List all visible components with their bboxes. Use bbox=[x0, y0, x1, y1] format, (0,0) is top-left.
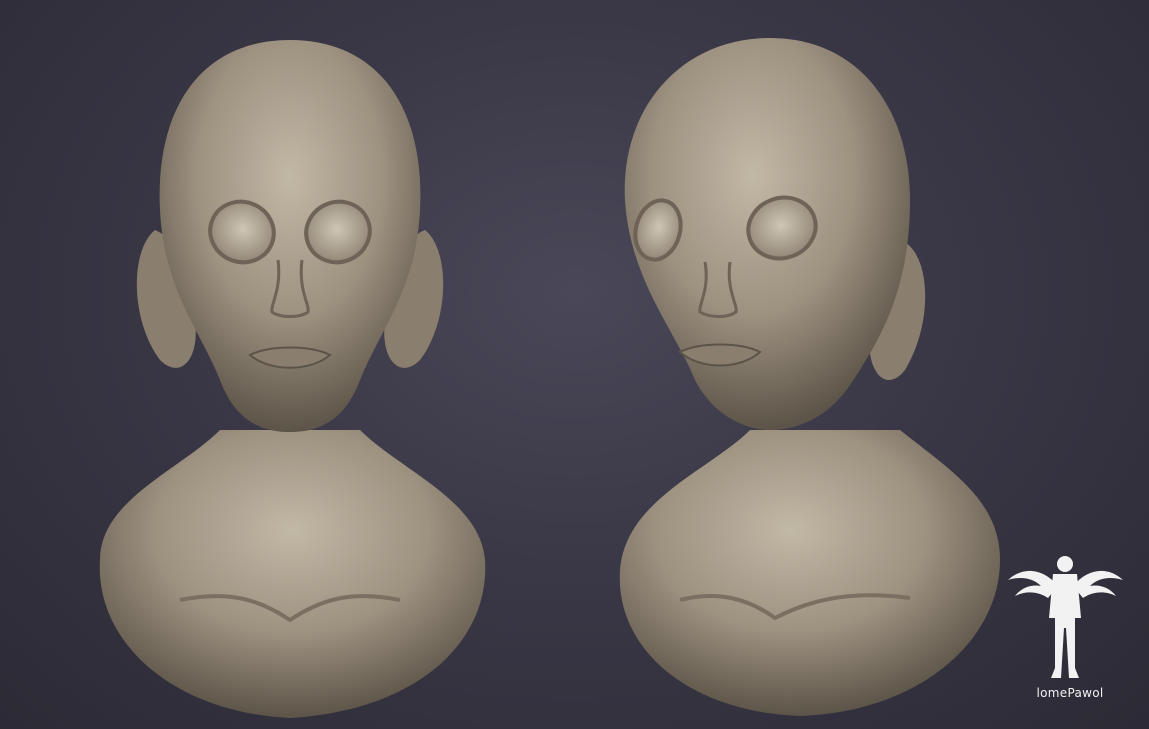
artist-signature: lomePawol bbox=[1036, 686, 1104, 700]
render-scene: lomePawol bbox=[0, 0, 1149, 729]
alien-bust-front-view bbox=[99, 40, 486, 718]
alien-bust-three-quarter-view bbox=[619, 38, 1000, 716]
artist-logo bbox=[1008, 556, 1123, 678]
